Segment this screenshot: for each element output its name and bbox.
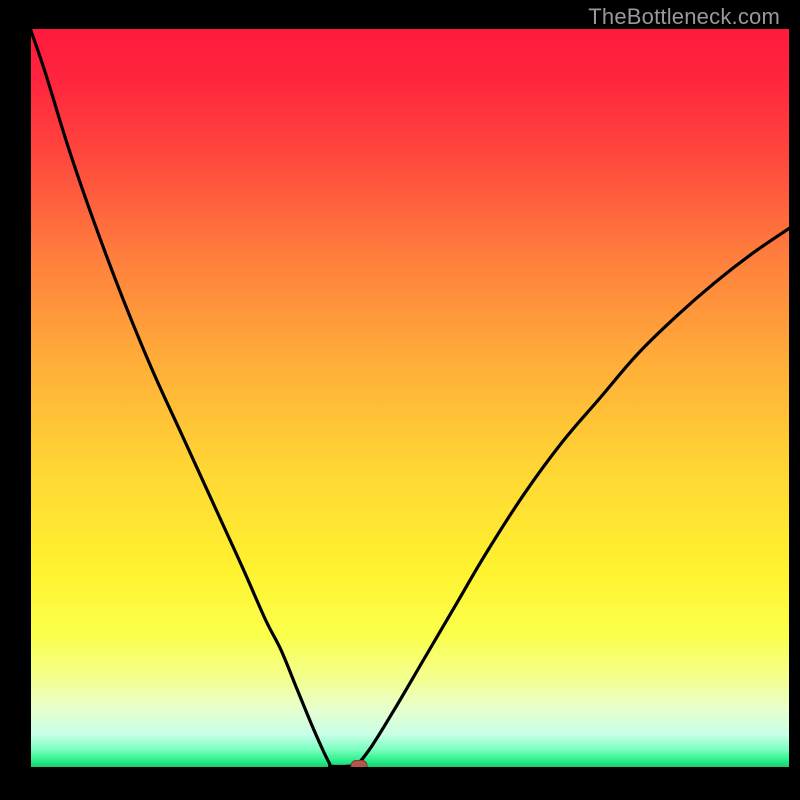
plot-background-gradient xyxy=(30,28,790,768)
watermark-label: TheBottleneck.com xyxy=(588,4,780,30)
minimum-marker xyxy=(351,761,367,772)
bottleneck-curve-plot xyxy=(0,0,800,800)
chart-stage: TheBottleneck.com xyxy=(0,0,800,800)
